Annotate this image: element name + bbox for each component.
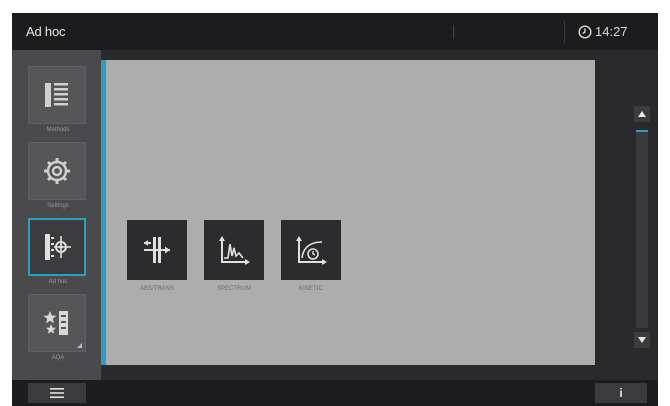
menu-button[interactable] <box>28 383 86 403</box>
corner-marker <box>77 343 82 348</box>
tile-button-abs-trans[interactable] <box>127 220 187 280</box>
tile-label-spectrum: SPECTRUM <box>217 286 251 292</box>
clock-time: 14:27 <box>595 24 628 39</box>
sidebar-label-methods: Methods <box>46 127 70 133</box>
sidebar-item-aqa[interactable]: AQA <box>28 294 88 363</box>
top-bar: Ad hoc 14:27 <box>12 13 658 50</box>
sidebar-button-ad-hoc[interactable] <box>28 218 86 276</box>
sidebar-item-methods[interactable]: Methods <box>28 66 88 135</box>
info-button[interactable]: i <box>595 383 647 403</box>
sidebar-button-settings[interactable] <box>28 142 86 200</box>
kinetic-icon <box>296 236 327 265</box>
header-divider-right <box>564 21 565 43</box>
triangle-up-icon <box>638 111 646 117</box>
ad-hoc-icon <box>45 234 71 260</box>
tile-abs-trans[interactable]: ABS/TRANS <box>127 220 187 292</box>
sidebar-label-aqa: AQA <box>51 355 65 361</box>
clock-icon <box>578 24 592 39</box>
sidebar-item-ad-hoc[interactable]: Ad hoc <box>28 218 88 287</box>
sidebar-button-methods[interactable] <box>28 66 86 124</box>
scroll-down-button[interactable] <box>634 332 650 348</box>
hamburger-menu-icon <box>50 388 64 398</box>
tile-label-abs-trans: ABS/TRANS <box>139 286 174 292</box>
clock: 14:27 <box>578 24 628 39</box>
aqa-stars-icon <box>43 311 68 335</box>
sidebar-nav: Methods Settings Ad hoc AQA <box>12 50 101 380</box>
sidebar-item-settings[interactable]: Settings <box>28 142 88 211</box>
sidebar-label-ad-hoc: Ad hoc <box>48 279 68 285</box>
bottom-bar: i <box>12 380 658 406</box>
spectrum-icon <box>219 236 250 265</box>
info-icon: i <box>619 386 623 400</box>
page-title: Ad hoc <box>26 24 66 39</box>
scrollbar[interactable] <box>634 100 656 356</box>
sidebar-button-aqa[interactable] <box>28 294 86 352</box>
tile-kinetic[interactable]: KINETIC <box>281 220 341 292</box>
header-divider <box>453 25 454 39</box>
content-panel: ABS/TRANS SPECTRUM KINETIC <box>101 60 595 365</box>
device-screen: Ad hoc 14:27 Methods Settings Ad hoc AQA… <box>12 13 658 406</box>
methods-list-icon <box>45 83 68 107</box>
sidebar-label-settings: Settings <box>47 203 69 209</box>
triangle-down-icon <box>638 337 646 343</box>
tile-button-kinetic[interactable] <box>281 220 341 280</box>
tile-label-kinetic: KINETIC <box>299 286 323 292</box>
tile-button-spectrum[interactable] <box>204 220 264 280</box>
tile-spectrum[interactable]: SPECTRUM <box>204 220 264 292</box>
scroll-up-button[interactable] <box>634 106 650 122</box>
abs-trans-icon <box>144 237 170 263</box>
scroll-track[interactable] <box>636 130 648 328</box>
settings-gear-icon <box>44 158 70 184</box>
